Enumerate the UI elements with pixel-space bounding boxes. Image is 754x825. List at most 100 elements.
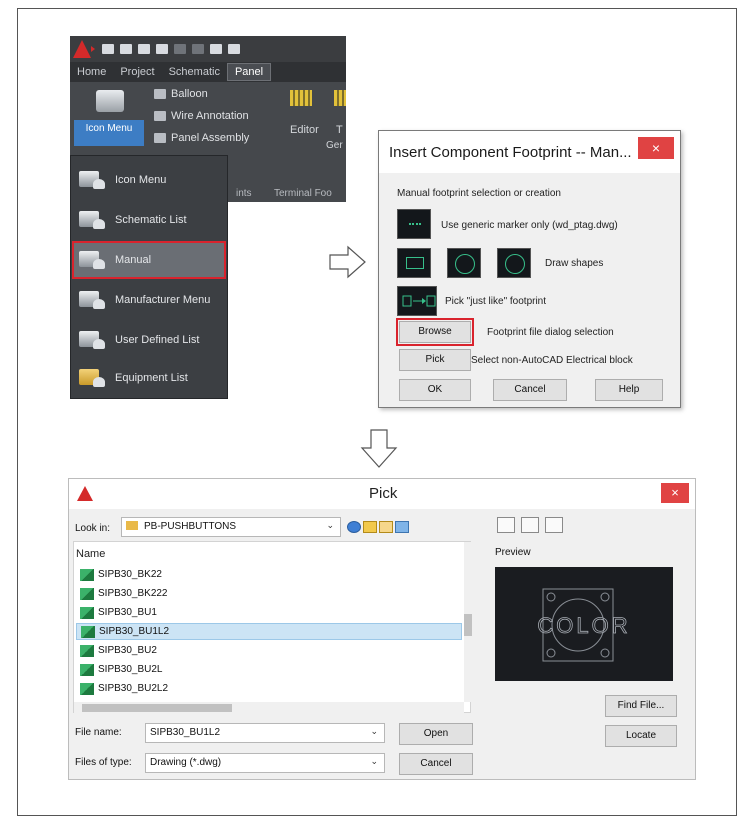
up-folder-icon[interactable] bbox=[363, 521, 377, 533]
ribbon-tabs: Home Project Schematic Panel bbox=[70, 62, 346, 82]
preview-view-icon[interactable] bbox=[521, 517, 539, 533]
list-item[interactable]: SIPB30_BU2L2 bbox=[76, 680, 462, 697]
pick-title-bar: Pick × bbox=[69, 479, 695, 509]
list-item[interactable]: SIPB30_BU2 bbox=[76, 642, 462, 659]
pick-just-like-button[interactable] bbox=[397, 286, 437, 316]
dwg-file-icon bbox=[80, 644, 94, 657]
open-icon[interactable] bbox=[120, 44, 132, 54]
preview-image: COLOR bbox=[537, 588, 628, 662]
panel-assembly-button[interactable]: Panel Assembly bbox=[154, 132, 249, 144]
terminal-editor-icon[interactable] bbox=[290, 90, 312, 106]
views-icon[interactable] bbox=[395, 521, 409, 533]
close-button[interactable]: × bbox=[638, 137, 674, 159]
terminal-generate-icon[interactable] bbox=[334, 90, 346, 106]
redo-icon[interactable] bbox=[192, 44, 204, 54]
icon-menu-icon bbox=[96, 90, 124, 112]
dwg-file-icon bbox=[81, 625, 95, 638]
back-icon[interactable] bbox=[228, 44, 240, 54]
list-item-selected[interactable]: SIPB30_BU1L2 bbox=[76, 623, 462, 640]
list-item[interactable]: SIPB30_BK22 bbox=[76, 566, 462, 583]
pick-button[interactable]: Pick bbox=[399, 349, 471, 371]
list-item[interactable]: SIPB30_BK222 bbox=[76, 585, 462, 602]
icon-menu-dropdown: Icon Menu Schematic List Manual Manufact… bbox=[70, 155, 228, 399]
list-icon bbox=[79, 209, 107, 231]
generate-label: Ger bbox=[326, 140, 343, 151]
arrow-right-icon bbox=[329, 245, 366, 279]
tab-home[interactable]: Home bbox=[70, 66, 113, 78]
equipment-icon bbox=[79, 367, 107, 389]
help-button[interactable]: Help bbox=[595, 379, 663, 401]
save-icon[interactable] bbox=[138, 44, 150, 54]
new-icon[interactable] bbox=[102, 44, 114, 54]
wire-annotation-button[interactable]: Wire Annotation bbox=[154, 110, 249, 122]
menu-item-manual[interactable]: Manual bbox=[72, 241, 226, 279]
undo-icon[interactable] bbox=[174, 44, 186, 54]
generic-marker-button[interactable] bbox=[397, 209, 431, 239]
list-item[interactable]: SIPB30_BU2L bbox=[76, 661, 462, 678]
file-name-input[interactable]: SIPB30_BU1L2 ⌄ bbox=[145, 723, 385, 743]
chevron-down-icon: ⌄ bbox=[326, 520, 334, 530]
ok-button[interactable]: OK bbox=[399, 379, 471, 401]
locate-button[interactable]: Locate bbox=[605, 725, 677, 747]
dwg-file-icon bbox=[80, 587, 94, 600]
save-as-icon[interactable] bbox=[156, 44, 168, 54]
gear-icon bbox=[79, 289, 107, 311]
pick-just-like-label: Pick "just like" footprint bbox=[445, 296, 547, 307]
generic-marker-label: Use generic marker only (wd_ptag.dwg) bbox=[441, 220, 618, 231]
tab-project[interactable]: Project bbox=[113, 66, 161, 78]
list-item[interactable]: SIPB30_BU1 bbox=[76, 604, 462, 621]
draw-rectangle-button[interactable] bbox=[397, 248, 431, 278]
cancel-button[interactable]: Cancel bbox=[493, 379, 567, 401]
file-list[interactable]: Name SIPB30_BK22 SIPB30_BK222 SIPB30_BU1… bbox=[73, 541, 472, 714]
editor-label[interactable]: Editor bbox=[290, 124, 319, 136]
menu-item-user-defined-list[interactable]: User Defined List bbox=[73, 322, 225, 358]
group-label-points: ints bbox=[236, 188, 252, 199]
tab-panel[interactable]: Panel bbox=[226, 63, 272, 81]
close-button[interactable]: × bbox=[661, 483, 689, 503]
menu-item-schematic-list[interactable]: Schematic List bbox=[73, 202, 225, 238]
plot-icon[interactable] bbox=[210, 44, 222, 54]
dwg-file-icon bbox=[80, 606, 94, 619]
open-button[interactable]: Open bbox=[399, 723, 473, 745]
chevron-down-icon: ⌄ bbox=[370, 756, 378, 766]
cancel-button[interactable]: Cancel bbox=[399, 753, 473, 775]
chevron-down-icon: ⌄ bbox=[370, 726, 378, 736]
menu-item-equipment-list[interactable]: Equipment List bbox=[73, 360, 225, 396]
preview-pane: COLOR bbox=[495, 567, 673, 681]
vertical-scroll-thumb[interactable] bbox=[464, 614, 472, 636]
draw-circle-alt-button[interactable] bbox=[497, 248, 531, 278]
dwg-file-icon bbox=[80, 663, 94, 676]
dialog-title: Pick bbox=[369, 485, 398, 502]
draw-circle-button[interactable] bbox=[447, 248, 481, 278]
folder-icon bbox=[126, 521, 138, 530]
arrow-down-icon bbox=[360, 429, 398, 468]
file-name-label: File name: bbox=[75, 727, 122, 738]
browse-button[interactable]: Browse bbox=[396, 318, 474, 346]
look-in-label: Look in: bbox=[75, 523, 111, 534]
files-of-type-label: Files of type: bbox=[75, 757, 132, 768]
menu-item-icon-menu[interactable]: Icon Menu bbox=[73, 162, 225, 198]
icon-menu-button[interactable]: Icon Menu bbox=[74, 86, 144, 148]
files-of-type-select[interactable]: Drawing (*.dwg) ⌄ bbox=[145, 753, 385, 773]
browse-description: Footprint file dialog selection bbox=[487, 327, 614, 338]
zoom-icon[interactable] bbox=[497, 517, 515, 533]
dwg-file-icon bbox=[80, 682, 94, 695]
preview-label: Preview bbox=[495, 547, 531, 558]
draw-shapes-label: Draw shapes bbox=[545, 258, 604, 269]
balloon-icon bbox=[154, 89, 166, 99]
column-header-name[interactable]: Name bbox=[76, 548, 105, 560]
find-file-button[interactable]: Find File... bbox=[605, 695, 677, 717]
panel-assembly-icon bbox=[154, 133, 166, 143]
new-folder-icon[interactable] bbox=[379, 521, 393, 533]
horizontal-scroll-thumb[interactable] bbox=[82, 704, 232, 712]
look-in-combo[interactable]: PB-PUSHBUTTONS ⌄ bbox=[121, 517, 341, 537]
balloon-button[interactable]: Balloon bbox=[154, 88, 208, 100]
back-icon[interactable] bbox=[347, 521, 361, 533]
pick-description: Select non-AutoCAD Electrical block bbox=[471, 355, 633, 366]
autocad-logo-icon[interactable] bbox=[72, 38, 96, 60]
insert-footprint-dialog: Insert Component Footprint -- Man... × M… bbox=[378, 130, 681, 408]
preview-options-icon[interactable] bbox=[545, 517, 563, 533]
dwg-file-icon bbox=[80, 568, 94, 581]
menu-item-manufacturer-menu[interactable]: Manufacturer Menu bbox=[73, 282, 225, 318]
tab-schematic[interactable]: Schematic bbox=[162, 66, 227, 78]
